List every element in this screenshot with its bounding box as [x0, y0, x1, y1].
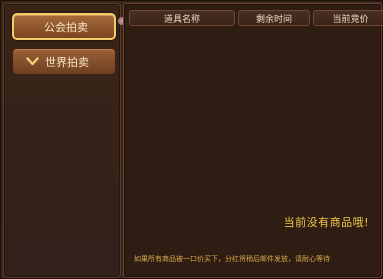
sidebar: 公会拍卖 世界拍卖: [3, 3, 121, 278]
column-header-item-name[interactable]: 道具名称: [129, 10, 235, 26]
sidebar-item-guild-auction[interactable]: 公会拍卖: [12, 13, 116, 40]
sidebar-item-world-auction[interactable]: 世界拍卖: [12, 48, 116, 75]
footer-note: 如果所有商品被一口价买下，分红将稍后邮件发放，请耐心等待: [134, 255, 330, 263]
column-header-time-left[interactable]: 剩余时间: [238, 10, 310, 26]
column-header-current-bid[interactable]: 当前竞价: [313, 10, 383, 26]
empty-list-message: 当前没有商品哦!: [283, 216, 369, 229]
sidebar-item-label: 公会拍卖: [44, 20, 88, 34]
auction-list-panel: 道具名称 剩余时间 当前竞价 当前没有商品哦! 如果所有商品被一口价买下，分红将…: [123, 3, 383, 278]
chevron-down-icon: [25, 57, 39, 67]
sidebar-item-label: 世界拍卖: [45, 55, 89, 69]
auction-window: 公会拍卖 世界拍卖 道具名称 剩余时间 当前竞价 当前没有商品哦! 如果所有商品…: [0, 0, 383, 279]
